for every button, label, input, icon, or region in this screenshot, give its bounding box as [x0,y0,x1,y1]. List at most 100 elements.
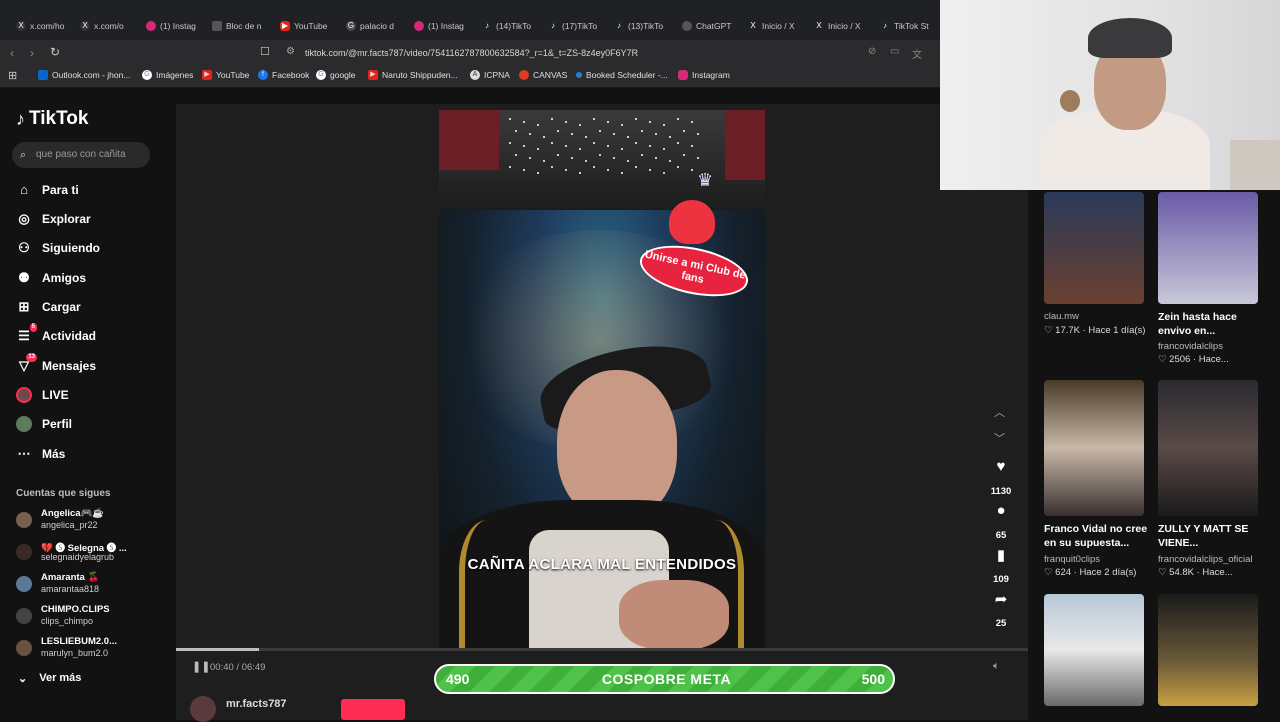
sidebar-item-actividad[interactable]: ☰ 5 Actividad [16,323,96,346]
video-time: 00:40 / 06:49 [210,662,266,673]
sidebar-item-siguiendo[interactable]: ⚇ Siguiendo [16,238,100,258]
sidebar-item-para-ti[interactable]: ⌂ Para ti [16,180,79,200]
chevron-up-icon[interactable]: ︿ [994,404,1005,420]
video-progress-bar[interactable] [176,648,1028,651]
browser-tab[interactable]: ♪ (13)TikTo [614,16,666,36]
bookmark-canvas[interactable]: CANVAS [519,70,567,80]
site-info-icon[interactable]: ⚙ [286,46,295,57]
ceiling-light [551,142,553,144]
url-field[interactable]: tiktok.com/@mr.facts787/video/7541162787… [305,45,885,61]
live-icon [16,387,32,403]
ceiling-light [663,148,665,150]
video-thumbnail[interactable] [1044,192,1144,304]
browser-tab[interactable]: X Inicio / X [748,16,800,36]
bookmark-youtube[interactable]: ▶ YouTube [202,70,249,80]
browser-tab[interactable]: ▶ YouTube [280,16,332,36]
recommended-user[interactable]: francovidalclips_oficial [1158,554,1253,565]
followed-account[interactable]: LESLIEBUM2.0... marulyn_bum2.0 [16,636,166,662]
sidebar-item-live[interactable]: LIVE [16,385,69,405]
browser-tab[interactable]: ♪ TikTok St [880,16,936,36]
bookmark-booked[interactable]: Booked Scheduler -... [576,70,668,80]
ceiling-light [655,157,657,159]
sidebar-item-explorar[interactable]: ◎ Explorar [16,209,90,229]
ceiling-light [523,145,525,147]
video-thumbnail[interactable] [1044,380,1144,516]
more-icon: ⋯ [17,446,31,461]
share-icon[interactable]: ➦ [990,590,1012,608]
recommended-title[interactable]: Zein hasta hace envivo en... [1158,310,1258,338]
sidebar-item-perfil[interactable]: Perfil [16,414,72,434]
forward-arrow-icon[interactable]: › [30,46,34,60]
video-thumbnail[interactable] [1158,380,1258,516]
bookmark-outlook[interactable]: Outlook.com - jhon... [38,70,130,80]
tiktok-icon: ♪ [485,21,489,30]
video-frame[interactable]: ♛ Unirse a mi Club de fans CAÑITA ACLARA… [439,110,765,650]
extension-icon[interactable]: ⊘ [868,46,876,57]
reload-icon[interactable]: ↻ [50,45,60,59]
ceiling-light [641,154,643,156]
followed-account[interactable]: Angelica🎮☕ angelica_pr22 [16,508,166,534]
bookmark-icpna[interactable]: A ICPNA [470,70,510,80]
pause-icon[interactable]: ❚❚ [192,660,210,673]
tiktok-note-icon: ♪ [16,108,25,129]
translate-icon[interactable]: 文 [912,46,922,61]
ceiling-light [691,121,693,123]
sidebar-item-amigos[interactable]: ⚉ Amigos [16,268,86,288]
search-input[interactable]: ⌕ que paso con cañita [12,142,150,168]
followed-account[interactable]: Amaranta 🍒 amarantaa818 [16,572,166,598]
browser-tab[interactable]: (1) Instag [414,16,466,36]
follow-button[interactable] [341,699,405,720]
video-thumbnail[interactable] [1158,192,1258,304]
bookmark-icon[interactable]: ▮ [990,546,1012,564]
browser-tab[interactable]: X Inicio / X [814,16,866,36]
goal-progress-bar: 490 COSPOBRE META 500 [434,664,895,694]
followed-account[interactable]: CHIMPO.CLIPS clips_chimpo [16,604,166,630]
cast-icon[interactable]: ▭ [890,46,899,57]
bookmark-facebook[interactable]: f Facebook [258,70,309,80]
sidebar-item-mas[interactable]: ⋯ Más [16,444,66,464]
followed-account[interactable]: 💔 🅢 Selegna 🅢 ... selegnaidyelagrub [16,540,166,566]
sidebar-item-mensajes[interactable]: ▽ 13 Mensajes [16,353,96,376]
recommended-user[interactable]: franquit0clips [1044,554,1100,565]
bookmark-icon[interactable]: ☐ [260,45,270,58]
browser-tab[interactable]: ♪ (14)TikTo [482,16,534,36]
browser-tab[interactable]: Xx.com/o [80,16,130,36]
browser-tab[interactable]: ChatGPT [682,16,734,36]
back-arrow-icon[interactable]: ‹ [10,46,14,60]
bookmark-google[interactable]: Ggoogle [316,70,356,80]
chevron-down-icon[interactable]: ﹀ [994,430,1005,446]
see-more-button[interactable]: ⌄ Ver más [18,672,81,685]
ceiling-light [677,142,679,144]
recommended-title[interactable]: Franco Vidal no cree en su supuesta... [1044,522,1150,550]
bookmark-naruto[interactable]: ▶ Naruto Shippuden... [368,70,458,80]
browser-tab[interactable]: (1) Instag [146,16,198,36]
browser-tab[interactable]: Xx.com/ho [16,16,66,36]
chatgpt-icon [682,21,692,31]
author-avatar[interactable] [190,696,216,722]
ceiling-light [663,124,665,126]
browser-tab[interactable]: Gpalacio d [346,16,398,36]
instagram-icon [146,21,156,31]
tiktok-logo[interactable]: ♪ TikTok [16,108,88,130]
author-name[interactable]: mr.facts787 [226,698,287,710]
browser-tab[interactable]: ♪ (17)TikTo [548,16,600,36]
sidebar-item-cargar[interactable]: ⊞ Cargar [16,297,81,317]
youtube-icon: ▶ [202,70,212,80]
recommended-title[interactable]: ZULLY Y MATT SE VIENE... [1158,522,1264,550]
video-thumbnail[interactable] [1044,594,1144,706]
recommended-user[interactable]: clau.mw [1044,311,1079,322]
browser-tab[interactable]: Bloc de n [212,16,264,36]
recommended-user[interactable]: francovidalclips [1158,341,1223,352]
apps-grid-icon[interactable]: ⊞ [8,69,17,82]
avatar [16,544,32,560]
google-icon: G [142,70,152,80]
google-icon: G [316,70,326,80]
bookmark-instagram[interactable]: Instagram [678,70,730,80]
comment-icon[interactable]: ● [990,502,1012,519]
friends-icon: ⚉ [18,270,30,285]
instagram-icon [414,21,424,31]
bookmark-imagenes[interactable]: G Imágenes [142,70,193,80]
volume-icon[interactable]: 🔈︎ [993,660,1000,673]
video-thumbnail[interactable] [1158,594,1258,706]
heart-icon[interactable]: ♥ [990,458,1012,475]
